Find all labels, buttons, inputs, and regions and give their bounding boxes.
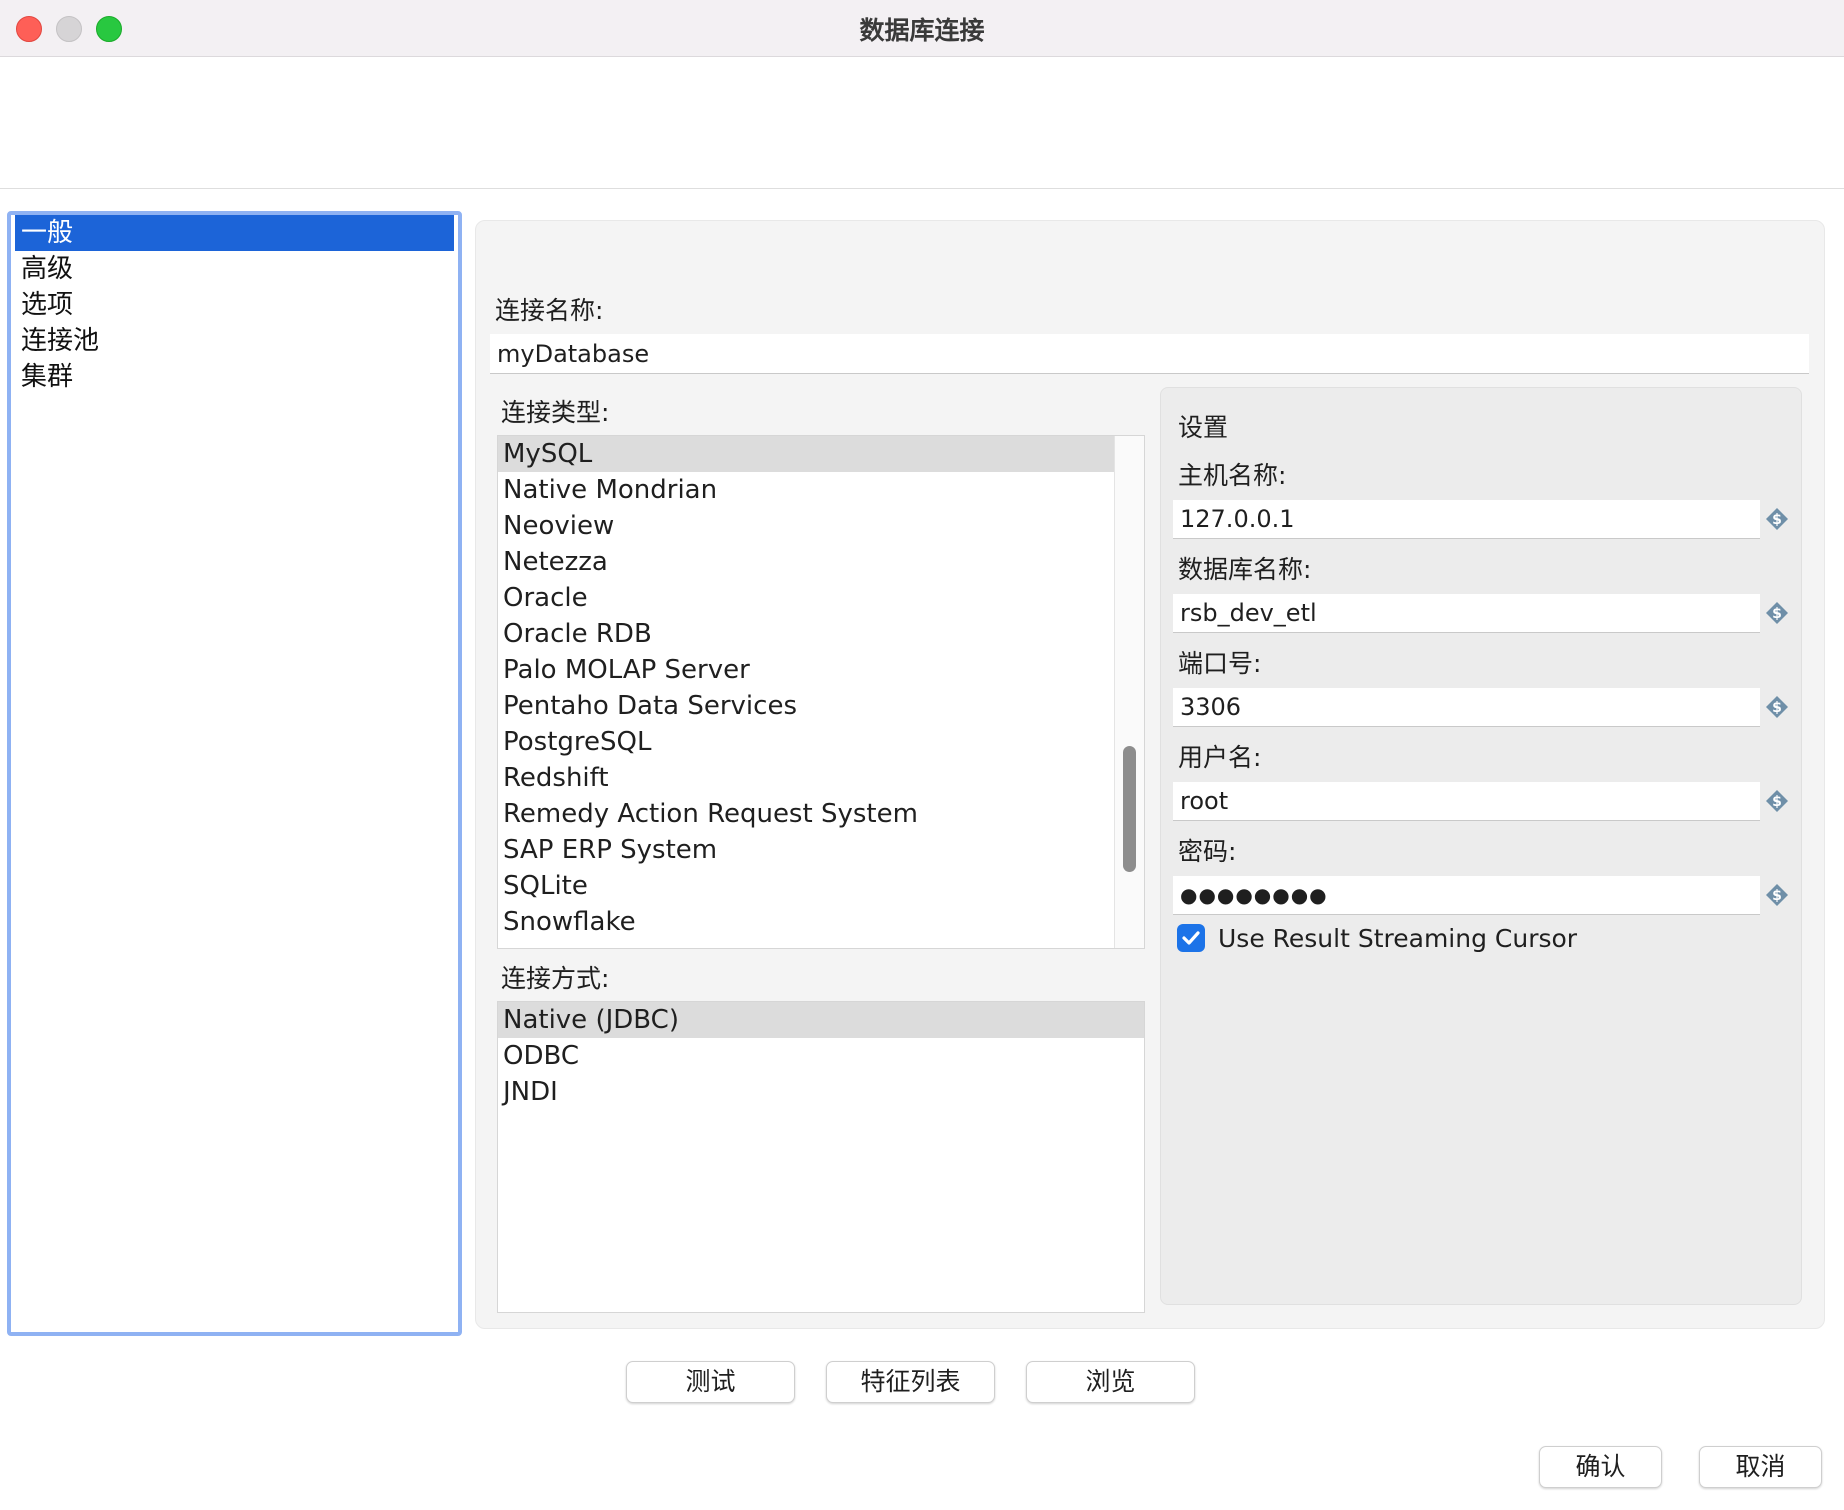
dollar-variable-icon[interactable]: $ [1765, 601, 1789, 625]
svg-text:$: $ [1772, 700, 1782, 716]
vertical-scrollbar[interactable] [1114, 436, 1144, 948]
connection-type-list[interactable]: MySQL Native Mondrian Neoview Netezza Or… [497, 435, 1145, 949]
header-divider [0, 188, 1844, 189]
dollar-variable-icon[interactable]: $ [1765, 695, 1789, 719]
cancel-button[interactable]: 取消 [1699, 1446, 1822, 1488]
svg-text:$: $ [1772, 606, 1782, 622]
dollar-variable-icon[interactable]: $ [1765, 883, 1789, 907]
list-item[interactable]: Native (JDBC) [498, 1002, 1144, 1038]
nav-item-options[interactable]: 选项 [15, 287, 454, 323]
host-label: 主机名称: [1178, 461, 1287, 490]
dollar-variable-icon[interactable]: $ [1765, 789, 1789, 813]
test-button[interactable]: 测试 [626, 1361, 795, 1403]
scrollbar-thumb[interactable] [1123, 746, 1136, 872]
list-item[interactable]: PostgreSQL [498, 724, 1114, 760]
dollar-variable-icon[interactable]: $ [1765, 507, 1789, 531]
settings-title: 设置 [1178, 413, 1229, 442]
ok-button[interactable]: 确认 [1539, 1446, 1662, 1488]
list-item[interactable]: Oracle RDB [498, 616, 1114, 652]
svg-text:$: $ [1772, 512, 1782, 528]
access-method-list[interactable]: Native (JDBC) ODBC JNDI [497, 1001, 1145, 1313]
list-item[interactable]: Native Mondrian [498, 472, 1114, 508]
list-item[interactable]: Neoview [498, 508, 1114, 544]
streaming-cursor-checkbox[interactable] [1177, 924, 1205, 952]
list-item[interactable]: Snowflake [498, 904, 1114, 940]
password-input[interactable]: ●●●●●●●● [1173, 876, 1760, 915]
category-list[interactable]: 一般 高级 选项 连接池 集群 [7, 211, 462, 1336]
feature-list-button[interactable]: 特征列表 [826, 1361, 995, 1403]
title-bar: 数据库连接 [0, 0, 1844, 57]
port-input[interactable]: 3306 [1173, 688, 1760, 727]
list-item[interactable]: JNDI [498, 1074, 1144, 1110]
username-label: 用户名: [1178, 743, 1262, 772]
list-item[interactable]: Oracle [498, 580, 1114, 616]
explore-button[interactable]: 浏览 [1026, 1361, 1195, 1403]
list-item[interactable]: Palo MOLAP Server [498, 652, 1114, 688]
database-name-input[interactable]: rsb_dev_etl [1173, 594, 1760, 633]
svg-text:$: $ [1772, 794, 1782, 810]
list-item[interactable]: MySQL [498, 436, 1114, 472]
svg-text:$: $ [1772, 888, 1782, 904]
username-input[interactable]: root [1173, 782, 1760, 821]
streaming-cursor-label[interactable]: Use Result Streaming Cursor [1218, 924, 1577, 953]
nav-item-advanced[interactable]: 高级 [15, 251, 454, 287]
connection-type-label: 连接类型: [501, 398, 610, 427]
connection-name-input[interactable]: myDatabase [490, 334, 1809, 374]
nav-item-general[interactable]: 一般 [15, 215, 454, 251]
database-name-label: 数据库名称: [1178, 555, 1312, 584]
list-item[interactable]: Netezza [498, 544, 1114, 580]
connection-name-label: 连接名称: [495, 296, 604, 325]
list-item[interactable]: SAP ERP System [498, 832, 1114, 868]
access-method-label: 连接方式: [501, 964, 610, 993]
window-title: 数据库连接 [859, 16, 985, 45]
checkmark-icon [1182, 931, 1200, 945]
password-label: 密码: [1178, 837, 1237, 866]
settings-panel: 设置 主机名称: 127.0.0.1 $ 数据库名称: rsb_dev_etl … [1160, 387, 1802, 1305]
list-item[interactable]: Remedy Action Request System [498, 796, 1114, 832]
port-label: 端口号: [1178, 649, 1262, 678]
list-item[interactable]: Pentaho Data Services [498, 688, 1114, 724]
nav-item-cluster[interactable]: 集群 [15, 359, 454, 395]
nav-item-pooling[interactable]: 连接池 [15, 323, 454, 359]
host-input[interactable]: 127.0.0.1 [1173, 500, 1760, 539]
list-item[interactable]: ODBC [498, 1038, 1144, 1074]
list-item[interactable]: SQLite [498, 868, 1114, 904]
list-item[interactable]: Redshift [498, 760, 1114, 796]
